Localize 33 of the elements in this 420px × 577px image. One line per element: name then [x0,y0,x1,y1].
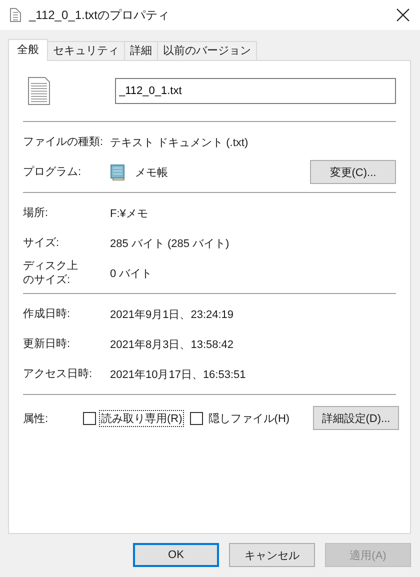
checkbox-label[interactable]: 読み取り専用(R) [99,410,184,426]
field-value: 0 バイト [110,266,152,280]
field-value: メモ帳 [135,166,168,180]
field-value: F:¥メモ [110,206,148,220]
field-label: サイズ: [23,236,60,250]
field-label: 作成日時: [23,307,72,321]
field-label: 属性: [23,412,50,426]
file-name-field[interactable]: _112_0_1.txt [115,78,396,104]
field-label: プログラム: [23,165,82,179]
window-title: _112_0_1.txtのプロパティ [29,6,171,24]
field-label: アクセス日時: [23,367,94,381]
tab[interactable]: 全般 [8,39,48,61]
text-file-icon [10,8,21,22]
close-icon [396,8,410,22]
field-label: ファイルの種類: [23,135,104,149]
field-label: のサイズ: [23,273,70,287]
dialog-button[interactable]: キャンセル [229,543,315,567]
checkbox[interactable] [190,412,204,424]
field-label: ディスク上 [23,259,78,273]
field-value: 2021年8月3日、13:58:42 [110,338,234,352]
tab[interactable]: 以前のバージョン [157,41,257,60]
advanced-button[interactable]: 詳細設定(D)... [313,406,399,430]
field-value: 2021年10月17日、16:53:51 [110,368,246,382]
text-file-icon [28,77,50,105]
field-value: 2021年9月1日、23:24:19 [110,308,234,322]
field-label: 更新日時: [23,337,72,351]
dialog-button[interactable]: OK [133,543,219,567]
checkbox[interactable] [83,412,96,424]
field-value: 285 バイト (285 バイト) [110,236,230,250]
change-button[interactable]: 変更(C)... [310,160,396,184]
field-label: 場所: [23,206,50,220]
checkbox-label[interactable]: 隠しファイル(H) [206,410,292,426]
field-value: テキスト ドキュメント (.txt) [110,136,248,150]
